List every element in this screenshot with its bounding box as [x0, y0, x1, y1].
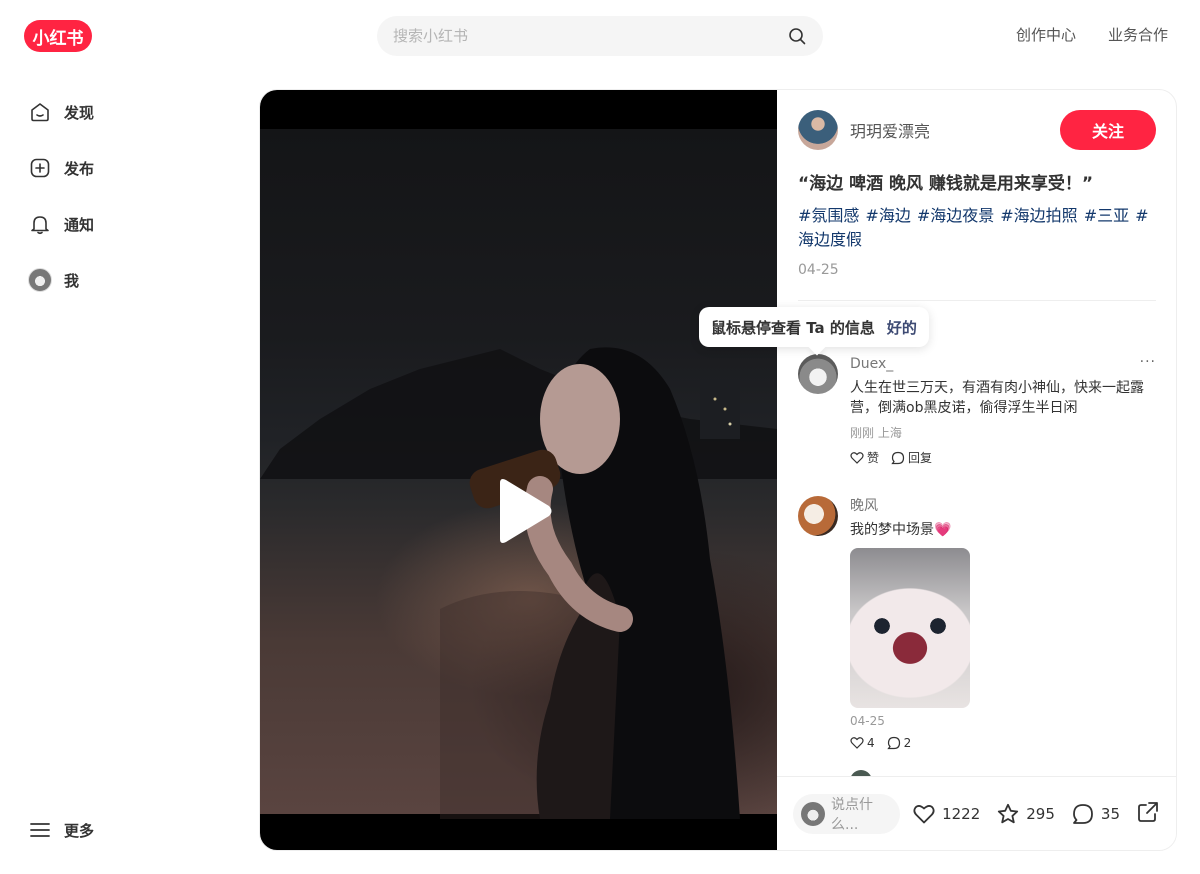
video-frame[interactable]	[260, 129, 777, 819]
engage-bar: 说点什么... 1222 295 35	[777, 776, 1176, 850]
like-count: 4	[867, 736, 875, 750]
note-detail: 玥玥爱漂亮 关注 “海边 啤酒 晚风 赚钱就是用来享受！” #氛围感 #海边 #海边…	[259, 89, 1177, 851]
note-tags: #氛围感 #海边 #海边夜景 #海边拍照 #三亚 #海边度假	[798, 204, 1156, 252]
comment-reply-button[interactable]: 2	[886, 736, 912, 750]
sidebar-item-label: 发现	[64, 103, 95, 122]
tag-link[interactable]: #氛围感	[798, 206, 859, 225]
note-date: 04-25	[798, 262, 839, 278]
follow-button[interactable]: 关注	[1060, 110, 1156, 150]
comment-item: Duex_ 人生在世三万天，有酒有肉小神仙，快来一起露营，倒满ob黑皮诺，偷得浮…	[798, 354, 1156, 474]
sidebar-item-notifications[interactable]: 通知	[20, 200, 220, 248]
comment-reply-button[interactable]: 回复	[891, 449, 932, 466]
comment-input-placeholder: 说点什么...	[831, 796, 873, 833]
person-silhouette	[440, 347, 740, 819]
tag-link[interactable]: #三亚	[1084, 206, 1129, 225]
star-icon	[998, 803, 1019, 823]
chat-bubble-icon	[891, 451, 905, 464]
comment-date: 04-25	[850, 714, 885, 728]
tooltip-ok-button[interactable]: 好的	[887, 317, 917, 338]
sidebar-item-label: 发布	[64, 159, 95, 178]
home-icon	[28, 100, 52, 124]
video-player[interactable]	[260, 90, 777, 850]
search-bar[interactable]	[377, 16, 823, 56]
comment-more-icon[interactable]: ···	[1140, 354, 1156, 370]
comment-text: 人生在世三万天，有酒有肉小神仙，快来一起露营，倒满ob黑皮诺，偷得浮生半日闲	[850, 380, 1144, 416]
tag-link[interactable]: #海边拍照	[1000, 206, 1077, 225]
plus-square-icon	[28, 156, 52, 180]
comment-meta: 刚刚 上海	[850, 426, 902, 440]
comment-input[interactable]: 说点什么...	[793, 793, 901, 834]
comment-image[interactable]	[850, 548, 970, 708]
tag-link[interactable]: #海边夜景	[917, 206, 994, 225]
logo[interactable]: 小红书	[24, 20, 92, 52]
sidebar-item-publish[interactable]: 发布	[20, 144, 220, 192]
share-icon	[1138, 801, 1158, 822]
commenter-avatar[interactable]	[798, 496, 838, 536]
hover-tip-tooltip: 鼠标悬停查看 Ta 的信息 好的	[699, 307, 929, 347]
comment-text: 我的梦中场景💗	[850, 522, 952, 538]
creator-center-link[interactable]: 创作中心	[1016, 24, 1076, 45]
heart-icon	[850, 737, 864, 749]
collect-button[interactable]: 295	[996, 802, 1055, 826]
author-avatar[interactable]	[798, 110, 838, 150]
sidebar-item-me[interactable]: 我	[20, 256, 220, 304]
reply-count: 2	[903, 736, 912, 750]
divider	[798, 300, 1156, 301]
like-button[interactable]: 1222	[912, 802, 980, 826]
note-title: “海边 啤酒 晚风 赚钱就是用来享受！”	[798, 174, 1094, 194]
business-link[interactable]: 业务合作	[1108, 24, 1168, 45]
search-icon[interactable]	[787, 26, 807, 46]
author-row: 玥玥爱漂亮 关注	[798, 110, 1156, 150]
commenter-avatar[interactable]	[798, 354, 838, 394]
like-count: 1222	[942, 804, 981, 823]
commenter-name[interactable]: 晚风	[850, 496, 1156, 516]
comment-item: 晚风 我的梦中场景💗 04-25 4 2	[798, 496, 1156, 766]
share-button[interactable]	[1136, 800, 1160, 828]
author-name[interactable]: 玥玥爱漂亮	[850, 118, 1060, 142]
sidebar-item-discover[interactable]: 发现	[20, 88, 220, 136]
comment-like-button[interactable]: 赞	[850, 449, 879, 466]
comment-button[interactable]: 35	[1071, 802, 1120, 826]
more-menu-button[interactable]: 更多	[20, 806, 94, 854]
avatar	[801, 801, 825, 826]
more-label: 更多	[64, 821, 95, 840]
sidebar-item-label: 我	[64, 271, 80, 290]
sidebar-item-label: 通知	[64, 215, 95, 234]
play-icon[interactable]	[494, 477, 554, 545]
menu-icon	[28, 818, 52, 842]
reply-label: 回复	[908, 451, 933, 465]
comment-like-button[interactable]: 4	[850, 736, 875, 750]
tag-link[interactable]: #海边	[865, 206, 910, 225]
search-input[interactable]	[393, 27, 787, 45]
chat-bubble-icon	[1073, 803, 1093, 824]
chat-bubble-icon	[886, 736, 900, 750]
like-label: 赞	[867, 451, 880, 465]
heart-icon	[850, 451, 864, 464]
avatar	[28, 268, 52, 292]
sidebar: 发现 发布 通知 我	[20, 88, 220, 312]
heart-icon	[913, 804, 935, 823]
note-panel: 玥玥爱漂亮 关注 “海边 啤酒 晚风 赚钱就是用来享受！” #氛围感 #海边 #海边…	[777, 90, 1176, 850]
bell-icon	[28, 212, 52, 236]
collect-count: 295	[1026, 804, 1055, 823]
tooltip-text: 鼠标悬停查看 Ta 的信息	[711, 318, 875, 337]
comment-count: 35	[1100, 804, 1120, 823]
commenter-name[interactable]: Duex_	[850, 354, 1156, 374]
